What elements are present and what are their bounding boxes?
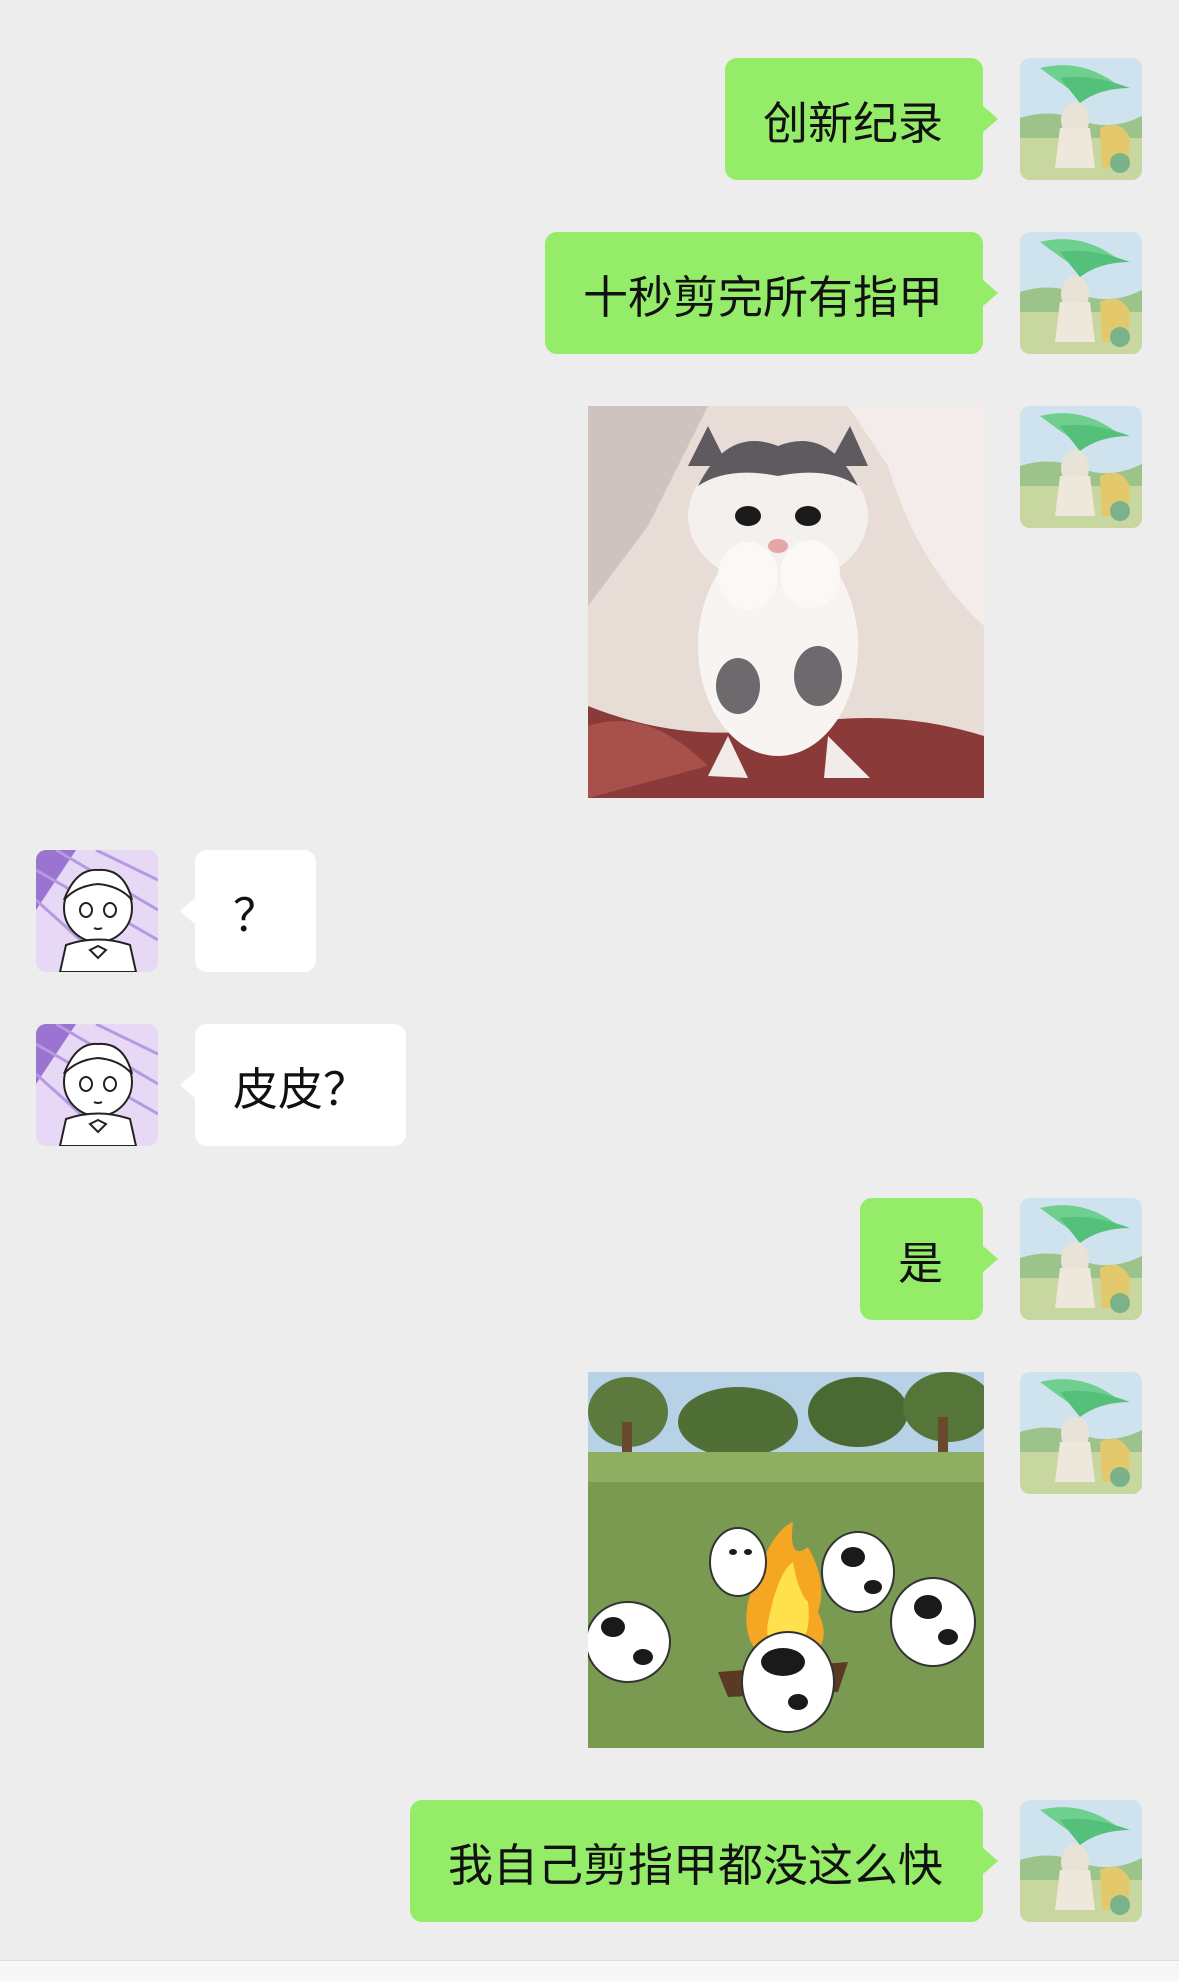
message-text: 是 [897,1236,943,1290]
message-bubble-sent[interactable]: 是 [859,1198,999,1320]
my-avatar[interactable] [1020,1372,1142,1494]
cows-campfire-sticker-image [588,1372,984,1748]
message-bubble-received[interactable]: 皮皮？ [179,1024,407,1146]
green-haired-anime-avatar-icon [1020,58,1142,180]
message-bubble-sent[interactable]: 创新纪录 [724,58,999,180]
message-text: 十秒剪完所有指甲 [582,270,943,324]
message-text: 皮皮？ [233,1062,369,1116]
input-bar-edge [0,1960,1179,1981]
my-avatar[interactable] [1020,232,1142,354]
green-haired-anime-avatar-icon [1020,406,1142,528]
contact-avatar[interactable] [36,850,158,972]
purple-anime-girl-avatar-icon [36,850,158,972]
message-bubble-sent[interactable]: 十秒剪完所有指甲 [544,232,999,354]
message-text: ？ [233,888,279,942]
green-haired-anime-avatar-icon [1020,232,1142,354]
sticker-dancing-kitten[interactable] [588,406,984,798]
kitten-sticker-image [588,406,984,798]
message-text: 我自己剪指甲都没这么快 [447,1838,943,1892]
sticker-cows-campfire[interactable] [588,1372,984,1748]
message-bubble-sent[interactable]: 我自己剪指甲都没这么快 [409,1800,999,1922]
green-haired-anime-avatar-icon [1020,1372,1142,1494]
my-avatar[interactable] [1020,1800,1142,1922]
green-haired-anime-avatar-icon [1020,1800,1142,1922]
my-avatar[interactable] [1020,406,1142,528]
message-text: 创新纪录 [762,96,943,150]
message-bubble-received[interactable]: ？ [179,850,317,972]
my-avatar[interactable] [1020,58,1142,180]
contact-avatar[interactable] [36,1024,158,1146]
my-avatar[interactable] [1020,1198,1142,1320]
purple-anime-girl-avatar-icon [36,1024,158,1146]
green-haired-anime-avatar-icon [1020,1198,1142,1320]
